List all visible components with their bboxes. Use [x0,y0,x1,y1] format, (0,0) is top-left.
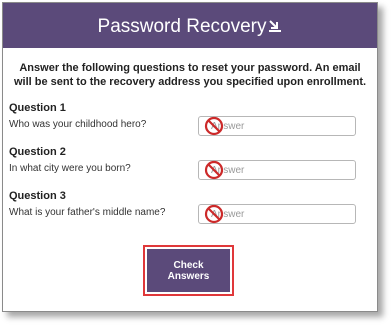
check-answers-button[interactable]: Check Answers [147,249,230,292]
instructions-text: Answer the following questions to reset … [13,62,367,88]
no-entry-icon [204,160,224,180]
answer-2-field[interactable]: Answer [198,160,356,180]
answer-1-field[interactable]: Answer [198,116,356,136]
reset-password-icon [268,17,282,32]
recovery-dialog: Password Recovery Answer the following q… [2,2,378,312]
check-answers-highlight: Check Answers [143,245,234,296]
no-entry-icon [204,116,224,136]
question-3-heading: Question 3 [9,190,66,202]
page-title: Password Recovery [97,15,267,37]
question-3-text: What is your father's middle name? [9,207,166,218]
question-2-text: In what city were you born? [9,163,131,174]
no-entry-icon [204,204,224,224]
question-1-text: Who was your childhood hero? [9,119,147,130]
answer-3-field[interactable]: Answer [198,204,356,224]
question-2-heading: Question 2 [9,146,66,158]
question-1-heading: Question 1 [9,102,66,114]
header-bar: Password Recovery [3,3,377,48]
